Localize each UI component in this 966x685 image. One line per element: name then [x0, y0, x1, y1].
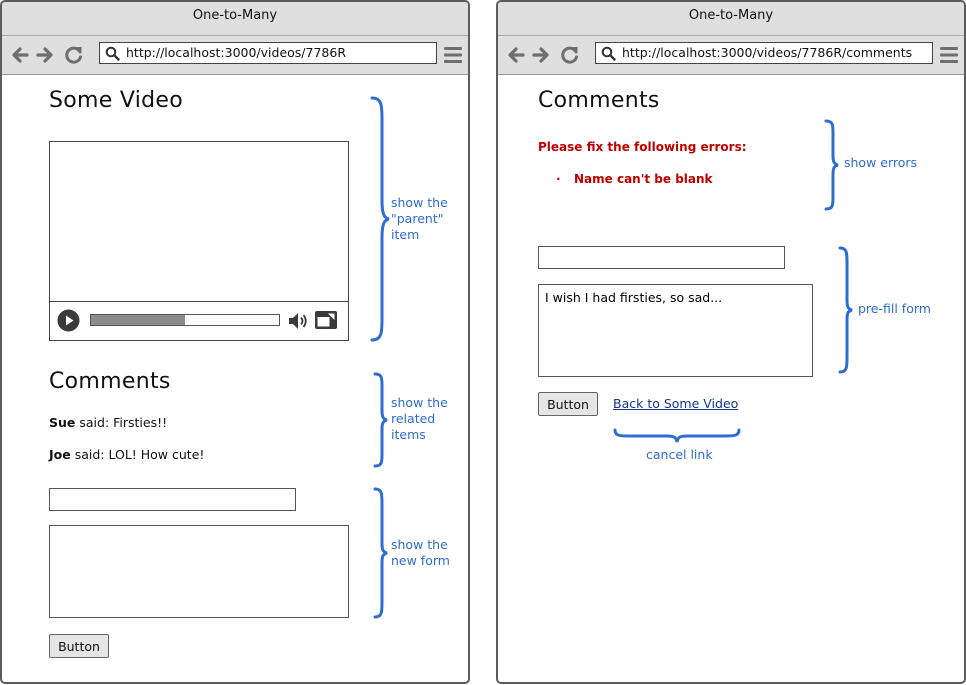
annotation-cancel: cancel link	[646, 447, 713, 462]
annotation-line: new form	[391, 553, 450, 568]
annotation-line: show the	[391, 395, 448, 410]
address-bar[interactable]: http://localhost:3000/videos/7786R	[99, 42, 437, 64]
brace-parent	[370, 96, 390, 342]
comment-author: Sue	[49, 415, 76, 430]
page-title: Some Video	[49, 88, 184, 113]
back-to-video-link[interactable]: Back to Some Video	[613, 396, 738, 411]
fullscreen-icon[interactable]	[314, 310, 338, 330]
brace-errors	[824, 119, 839, 211]
brace-cancel	[613, 428, 741, 443]
browser-window-comments: One-to-Many http://localhost:3000/videos…	[496, 0, 966, 684]
progress-fill	[91, 315, 185, 325]
volume-icon[interactable]	[287, 310, 309, 332]
annotation-related: show the related items	[391, 395, 448, 443]
window-title: One-to-Many	[498, 2, 964, 36]
annotation-new-form: show the new form	[391, 537, 450, 569]
annotation-parent: show the "parent" item	[391, 195, 448, 243]
address-bar[interactable]: http://localhost:3000/videos/7786R/comme…	[595, 42, 933, 64]
bullet-icon: ·	[556, 172, 561, 186]
submit-button[interactable]: Button	[538, 392, 598, 416]
comment-item: Sue said: Firsties!!	[49, 415, 167, 430]
back-arrow-icon[interactable]	[9, 44, 31, 66]
annotation-line: item	[391, 227, 420, 242]
hamburger-menu-icon[interactable]	[443, 46, 463, 64]
progress-bar[interactable]	[90, 314, 280, 326]
url-text: http://localhost:3000/videos/7786R	[126, 45, 347, 60]
error-text: Name can't be blank	[574, 172, 713, 186]
browser-window-video: One-to-Many http://localhost:3000/videos…	[0, 0, 470, 684]
back-arrow-icon[interactable]	[505, 44, 527, 66]
comment-author: Joe	[49, 447, 71, 462]
browser-toolbar: http://localhost:3000/videos/7786R/comme…	[498, 36, 964, 75]
comment-name-input[interactable]	[538, 246, 785, 269]
annotation-line: "parent"	[391, 211, 444, 226]
hamburger-menu-icon[interactable]	[939, 46, 959, 64]
video-controls	[50, 301, 348, 340]
page-title: Comments	[538, 88, 660, 113]
annotation-line: related	[391, 411, 436, 426]
comment-text: said: Firsties!!	[75, 415, 168, 430]
submit-button[interactable]: Button	[49, 634, 109, 658]
brace-related	[373, 372, 388, 468]
search-icon	[601, 46, 616, 61]
browser-toolbar: http://localhost:3000/videos/7786R	[2, 36, 468, 75]
brace-prefill	[838, 246, 853, 374]
error-summary-title: Please fix the following errors:	[538, 140, 747, 154]
url-text: http://localhost:3000/videos/7786R/comme…	[622, 45, 913, 60]
comment-item: Joe said: LOL! How cute!	[49, 447, 204, 462]
forward-arrow-icon[interactable]	[34, 44, 56, 66]
comment-body-textarea[interactable]: I wish I had firsties, so sad...	[538, 284, 813, 377]
comments-heading: Comments	[49, 369, 171, 394]
comment-body-textarea[interactable]	[49, 525, 349, 618]
reload-icon[interactable]	[559, 44, 581, 66]
window-title: One-to-Many	[2, 2, 468, 36]
brace-new-form	[373, 487, 388, 619]
comment-text: said: LOL! How cute!	[70, 447, 205, 462]
video-player[interactable]	[49, 141, 349, 341]
comment-name-input[interactable]	[49, 488, 296, 511]
annotation-line: show the	[391, 195, 448, 210]
reload-icon[interactable]	[63, 44, 85, 66]
search-icon	[105, 46, 120, 61]
annotation-line: show the	[391, 537, 448, 552]
annotation-prefill: pre-fill form	[858, 301, 931, 316]
play-icon[interactable]	[57, 309, 80, 332]
annotation-errors: show errors	[844, 155, 918, 170]
forward-arrow-icon[interactable]	[530, 44, 552, 66]
annotation-line: items	[391, 427, 426, 442]
